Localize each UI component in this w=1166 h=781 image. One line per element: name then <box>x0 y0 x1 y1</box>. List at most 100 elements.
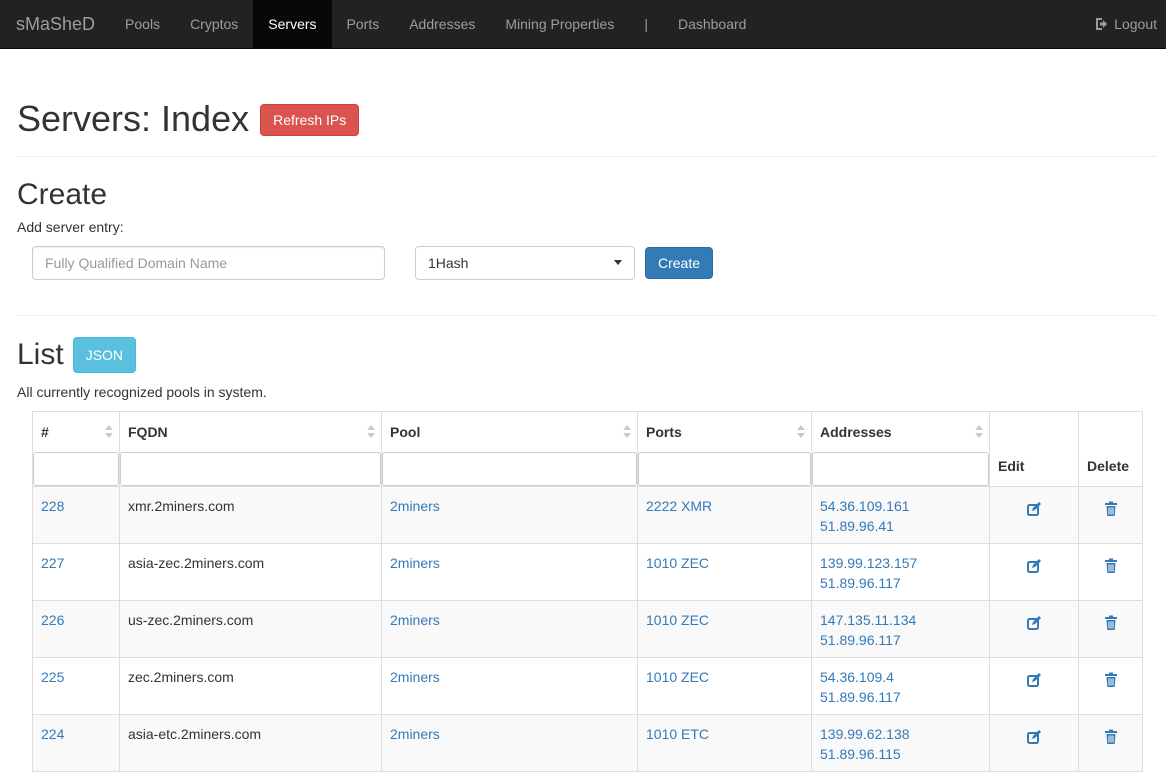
row-address-link[interactable]: 51.89.96.117 <box>820 689 901 705</box>
create-heading: Create <box>17 177 108 211</box>
chevron-down-icon <box>614 260 622 266</box>
edit-button[interactable] <box>1026 729 1042 748</box>
create-subtitle: Add server entry: <box>17 218 124 235</box>
logout-label: Logout <box>1114 16 1157 32</box>
row-ports-link[interactable]: 1010 ZEC <box>646 555 709 571</box>
row-fqdn: zec.2miners.com <box>119 656 382 715</box>
col-label-ports: Ports <box>646 423 682 440</box>
edit-icon <box>1027 558 1041 573</box>
row-pool-link[interactable]: 2miners <box>390 612 440 628</box>
list-subtitle: All currently recognized pools in system… <box>17 383 267 400</box>
col-header-edit: Edit <box>989 410 1079 487</box>
filter-addresses-input[interactable] <box>812 451 989 486</box>
row-id-link[interactable]: 226 <box>41 612 64 628</box>
filter-pool-input[interactable] <box>382 451 637 486</box>
trash-icon <box>1104 615 1117 630</box>
list-heading: List <box>17 338 64 372</box>
edit-icon <box>1027 672 1041 687</box>
row-address-link[interactable]: 51.89.96.117 <box>820 632 901 648</box>
delete-button[interactable] <box>1103 501 1119 520</box>
nav-cryptos[interactable]: Cryptos <box>175 0 253 48</box>
create-form: 1Hash Create <box>17 245 1157 316</box>
table-row: 228 xmr.2miners.com 2miners 2222 XMR 54.… <box>32 485 1143 544</box>
row-id-link[interactable]: 228 <box>41 498 64 514</box>
pool-select[interactable]: 1Hash <box>415 245 635 280</box>
col-header-id[interactable]: # <box>32 410 120 487</box>
row-address-link[interactable]: 147.135.11.134 <box>820 612 916 628</box>
row-address-link[interactable]: 139.99.123.157 <box>820 555 917 571</box>
table-row: 224 asia-etc.2miners.com 2miners 1010 ET… <box>32 713 1143 772</box>
nav-pools[interactable]: Pools <box>110 0 175 48</box>
row-fqdn: us-zec.2miners.com <box>119 599 382 658</box>
edit-button[interactable] <box>1026 615 1042 634</box>
refresh-ips-button[interactable]: Refresh IPs <box>260 103 360 136</box>
row-ports-link[interactable]: 1010 ZEC <box>646 612 709 628</box>
col-header-addresses[interactable]: Addresses <box>811 410 990 487</box>
col-header-ports[interactable]: Ports <box>637 410 812 487</box>
col-label-addresses: Addresses <box>820 423 892 440</box>
delete-button[interactable] <box>1103 558 1119 577</box>
row-pool-link[interactable]: 2miners <box>390 555 440 571</box>
nav-separator: | <box>644 16 648 32</box>
row-id-link[interactable]: 227 <box>41 555 64 571</box>
filter-id-input[interactable] <box>33 451 119 486</box>
col-header-pool[interactable]: Pool <box>381 410 638 487</box>
nav-addresses[interactable]: Addresses <box>394 0 490 48</box>
edit-button[interactable] <box>1026 501 1042 520</box>
row-fqdn: xmr.2miners.com <box>119 485 382 544</box>
create-button[interactable]: Create <box>645 246 714 279</box>
table-row: 225 zec.2miners.com 2miners 1010 ZEC 54.… <box>32 656 1143 715</box>
row-address-link[interactable]: 51.89.96.41 <box>820 518 894 534</box>
table-row: 226 us-zec.2miners.com 2miners 1010 ZEC … <box>32 599 1143 658</box>
row-id-link[interactable]: 225 <box>41 669 64 685</box>
trash-icon <box>1104 672 1117 687</box>
delete-button[interactable] <box>1103 672 1119 691</box>
trash-icon <box>1104 501 1117 516</box>
top-navbar: sMaSheD Pools Cryptos Servers Ports Addr… <box>0 0 1166 49</box>
json-button[interactable]: JSON <box>72 336 137 373</box>
edit-icon <box>1027 615 1041 630</box>
sort-icon[interactable] <box>797 424 805 439</box>
logout-icon <box>1096 18 1108 30</box>
row-address-link[interactable]: 51.89.96.117 <box>820 575 901 591</box>
list-header: List JSON <box>17 336 1157 373</box>
edit-button[interactable] <box>1026 672 1042 691</box>
row-pool-link[interactable]: 2miners <box>390 726 440 742</box>
row-address-link[interactable]: 54.36.109.4 <box>820 669 894 685</box>
sort-icon[interactable] <box>367 424 375 439</box>
sort-icon[interactable] <box>105 424 113 439</box>
filter-fqdn-input[interactable] <box>120 451 381 486</box>
row-ports-link[interactable]: 1010 ETC <box>646 726 709 742</box>
logout-link[interactable]: Logout <box>1094 0 1157 48</box>
sort-icon[interactable] <box>623 424 631 439</box>
nav-ports[interactable]: Ports <box>332 0 395 48</box>
edit-icon <box>1027 501 1041 516</box>
pool-select-value: 1Hash <box>428 254 469 271</box>
col-header-fqdn[interactable]: FQDN <box>119 410 382 487</box>
row-address-link[interactable]: 51.89.96.115 <box>820 746 901 762</box>
row-address-link[interactable]: 139.99.62.138 <box>820 726 910 742</box>
delete-button[interactable] <box>1103 615 1119 634</box>
col-header-delete: Delete <box>1078 410 1143 487</box>
row-ports-link[interactable]: 2222 XMR <box>646 498 712 514</box>
brand-logo[interactable]: sMaSheD <box>0 0 110 48</box>
sort-icon[interactable] <box>975 424 983 439</box>
nav-servers[interactable]: Servers <box>253 0 332 48</box>
col-label-fqdn: FQDN <box>128 423 168 440</box>
trash-icon <box>1104 558 1117 573</box>
nav-dashboard[interactable]: Dashboard <box>663 0 762 48</box>
servers-table: # FQDN Pool Ports Addresses Edit Delete … <box>32 410 1143 772</box>
edit-icon <box>1027 729 1041 744</box>
nav-mining-properties[interactable]: Mining Properties <box>490 0 629 48</box>
row-id-link[interactable]: 224 <box>41 726 64 742</box>
row-pool-link[interactable]: 2miners <box>390 669 440 685</box>
row-pool-link[interactable]: 2miners <box>390 498 440 514</box>
filter-ports-input[interactable] <box>638 451 811 486</box>
row-ports-link[interactable]: 1010 ZEC <box>646 669 709 685</box>
edit-button[interactable] <box>1026 558 1042 577</box>
delete-button[interactable] <box>1103 729 1119 748</box>
row-fqdn: asia-etc.2miners.com <box>119 713 382 772</box>
trash-icon <box>1104 729 1117 744</box>
fqdn-input[interactable] <box>32 245 385 280</box>
row-address-link[interactable]: 54.36.109.161 <box>820 498 910 514</box>
